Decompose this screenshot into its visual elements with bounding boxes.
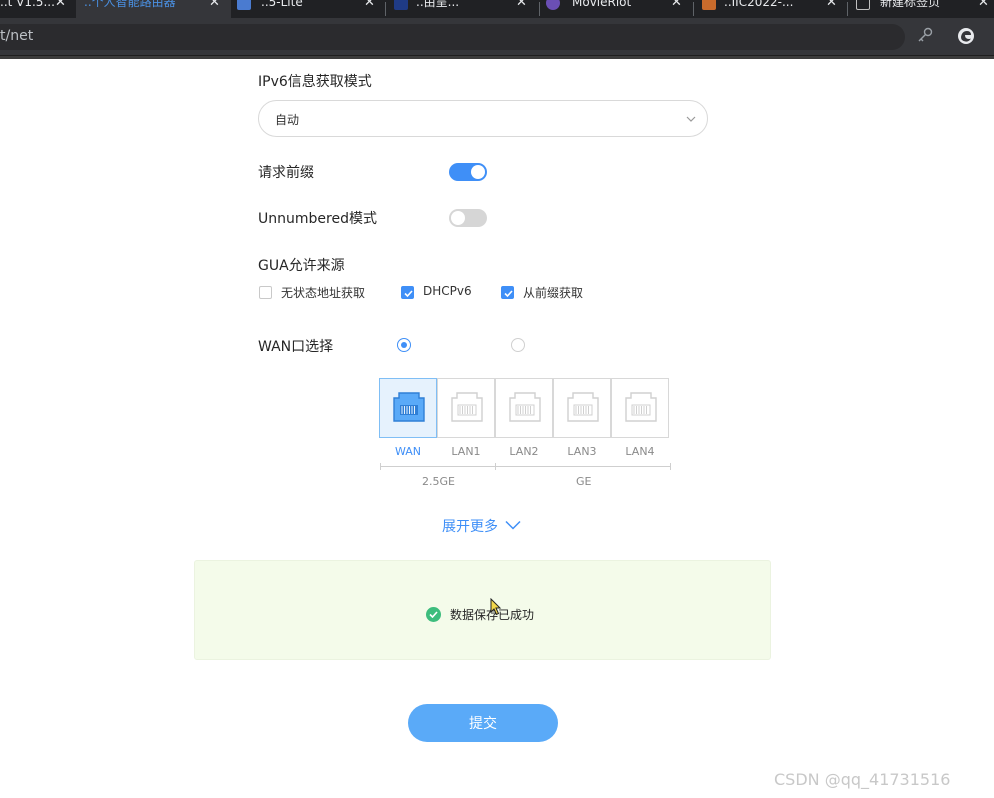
browser-tab[interactable]: ..由呈... ✕: [386, 0, 539, 18]
submit-button[interactable]: 提交: [408, 704, 558, 742]
port-group-tick: [380, 463, 381, 470]
check-circle-icon: [426, 607, 441, 622]
ipv6-mode-select[interactable]: 自动: [258, 100, 708, 137]
unnumbered-mode-toggle[interactable]: [449, 209, 487, 227]
stateless-address-label: 无状态地址获取: [281, 286, 366, 300]
new-tab-icon: [856, 0, 870, 10]
browser-tab-bar: ..t V1.5... ✕ ..个人智能路由器 ✕ ..5-Lite ✕ ..由…: [0, 0, 994, 18]
wan-radio-option-2[interactable]: [511, 338, 525, 352]
browser-tab-title: ..由呈...: [416, 0, 460, 9]
chevron-down-icon: [505, 520, 521, 530]
port-lan3[interactable]: [553, 378, 611, 438]
toggle-knob: [471, 165, 485, 179]
address-bar[interactable]: t/net: [0, 24, 905, 50]
site-favicon-icon: [546, 0, 560, 10]
port-group-label-ge: GE: [576, 475, 592, 488]
tab-close-icon[interactable]: ✕: [826, 0, 837, 9]
tab-close-icon[interactable]: ✕: [516, 0, 527, 9]
chevron-down-icon: [686, 116, 696, 122]
checkmark-icon: [404, 290, 413, 298]
port-lan4[interactable]: [611, 378, 669, 438]
browser-tab-title: MovieRiot: [572, 0, 632, 9]
wan-select-label: WAN口选择: [258, 339, 334, 355]
tab-close-icon[interactable]: ✕: [55, 0, 66, 9]
browser-tab-title: ..IIC2022-...: [724, 0, 794, 9]
port-selector: [379, 378, 671, 438]
gua-source-label: GUA允许来源: [258, 258, 345, 274]
browser-tab-title: ..5-Lite: [261, 0, 303, 9]
browser-tab-title: 新建标签页: [880, 0, 941, 9]
browser-tab[interactable]: ..IIC2022-... ✕: [694, 0, 847, 18]
port-lan1[interactable]: [437, 378, 495, 438]
port-group-label-2-5ge: 2.5GE: [422, 475, 455, 488]
port-wan[interactable]: [379, 378, 437, 438]
browser-tab-title: ..t V1.5...: [0, 0, 55, 9]
port-label-lan2: LAN2: [509, 445, 539, 458]
port-label-lan1: LAN1: [451, 445, 481, 458]
from-prefix-label: 从前缀获取: [523, 286, 584, 300]
port-group-line: [380, 466, 670, 467]
site-favicon-icon: [394, 0, 408, 10]
unnumbered-mode-label: Unnumbered模式: [258, 211, 377, 227]
edge-browser-icon[interactable]: [956, 26, 976, 46]
tab-close-icon[interactable]: ✕: [978, 0, 989, 9]
ethernet-port-icon: [393, 392, 425, 422]
browser-tab[interactable]: 新建标签页 ✕: [848, 0, 994, 18]
site-favicon-icon: [702, 0, 716, 10]
ethernet-port-icon: [625, 392, 657, 422]
tab-close-icon[interactable]: ✕: [209, 0, 220, 9]
tab-close-icon[interactable]: ✕: [671, 0, 682, 9]
ipv6-mode-label: IPv6信息获取模式: [258, 74, 372, 90]
mouse-cursor-icon: [490, 598, 502, 616]
port-label-lan3: LAN3: [567, 445, 597, 458]
ipv6-mode-value: 自动: [275, 113, 300, 127]
url-text: t/net: [0, 28, 34, 44]
from-prefix-checkbox[interactable]: [501, 286, 514, 299]
expand-more-link[interactable]: 展开更多: [442, 516, 521, 536]
toggle-knob: [451, 211, 465, 225]
request-prefix-label: 请求前缀: [258, 165, 314, 181]
browser-tab[interactable]: ..t V1.5... ✕: [0, 0, 76, 18]
dhcpv6-label: DHCPv6: [423, 284, 472, 298]
request-prefix-toggle[interactable]: [449, 163, 487, 181]
stateless-address-checkbox[interactable]: [259, 286, 272, 299]
success-message-box: 数据保存已成功: [194, 560, 771, 660]
toolbar-divider: [0, 56, 994, 59]
browser-tab-active[interactable]: ..个人智能路由器 ✕: [76, 0, 231, 18]
address-bar-area: t/net: [0, 18, 994, 56]
checkmark-icon: [504, 290, 513, 298]
watermark-text: CSDN @qq_41731516: [774, 770, 951, 789]
browser-tab[interactable]: MovieRiot ✕: [540, 0, 693, 18]
ethernet-port-icon: [567, 392, 599, 422]
port-lan2[interactable]: [495, 378, 553, 438]
key-icon[interactable]: [916, 26, 934, 44]
site-favicon-icon: [237, 0, 251, 10]
wan-radio-option-1[interactable]: [397, 338, 411, 352]
browser-tab[interactable]: ..5-Lite ✕: [231, 0, 386, 18]
port-label-wan: WAN: [394, 445, 422, 458]
port-group-tick: [495, 463, 496, 470]
dhcpv6-checkbox[interactable]: [401, 286, 414, 299]
port-label-lan4: LAN4: [625, 445, 655, 458]
tab-close-icon[interactable]: ✕: [364, 0, 375, 9]
browser-tab-title: ..个人智能路由器: [84, 0, 176, 9]
expand-more-label: 展开更多: [442, 519, 498, 535]
ethernet-port-icon: [451, 392, 483, 422]
port-group-tick: [670, 463, 671, 470]
ethernet-port-icon: [509, 392, 541, 422]
